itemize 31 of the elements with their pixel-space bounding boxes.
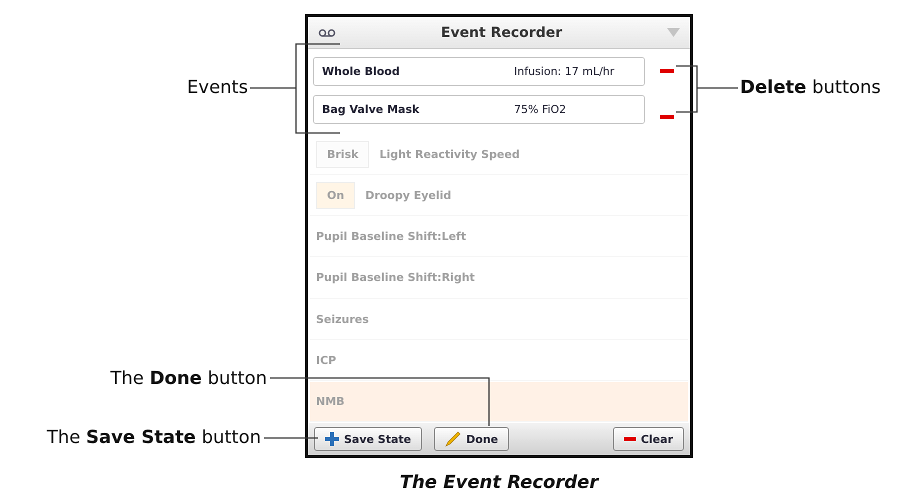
minus-icon bbox=[624, 437, 636, 441]
panel-title: Event Recorder bbox=[440, 24, 562, 40]
event-value: Infusion: 17 mL/hr bbox=[514, 65, 616, 78]
event-row[interactable]: Bag Valve Mask 75% FiO2 bbox=[313, 95, 645, 124]
callout-label: The Save State button bbox=[46, 427, 261, 449]
callout-label: The Done button bbox=[110, 368, 267, 390]
footer-button[interactable]: Clear bbox=[612, 427, 684, 451]
callout-label: Events bbox=[187, 77, 248, 99]
footer-button[interactable]: Done bbox=[434, 427, 510, 451]
event-row[interactable]: Whole Blood Infusion: 17 mL/hr bbox=[313, 57, 645, 86]
footer-button[interactable]: Save State bbox=[314, 427, 422, 451]
leader-line bbox=[264, 437, 318, 439]
delete-button[interactable] bbox=[660, 69, 674, 73]
pencil-icon bbox=[445, 431, 462, 447]
callout-label: Delete buttons bbox=[740, 77, 881, 99]
event-name: Bag Valve Mask bbox=[322, 103, 420, 116]
plus-icon bbox=[325, 432, 339, 446]
voicemail-icon bbox=[318, 28, 336, 38]
row-label: Droopy Eyelid bbox=[365, 189, 452, 202]
row-label: Pupil Baseline Shift:Left bbox=[316, 230, 466, 244]
caret-icon[interactable] bbox=[667, 28, 680, 37]
figure-caption: The Event Recorder bbox=[398, 472, 600, 493]
delete-button[interactable] bbox=[660, 115, 674, 119]
row-label: NMB bbox=[316, 394, 345, 408]
row-label: ICP bbox=[316, 354, 336, 367]
event-name: Whole Blood bbox=[322, 65, 401, 78]
row-label: Seizures bbox=[316, 312, 369, 326]
leader-line bbox=[675, 65, 739, 113]
row-label: Light Reactivity Speed bbox=[379, 148, 520, 162]
event-value: 75% FiO2 bbox=[514, 103, 568, 116]
row-label: Pupil Baseline Shift:Right bbox=[316, 271, 475, 284]
